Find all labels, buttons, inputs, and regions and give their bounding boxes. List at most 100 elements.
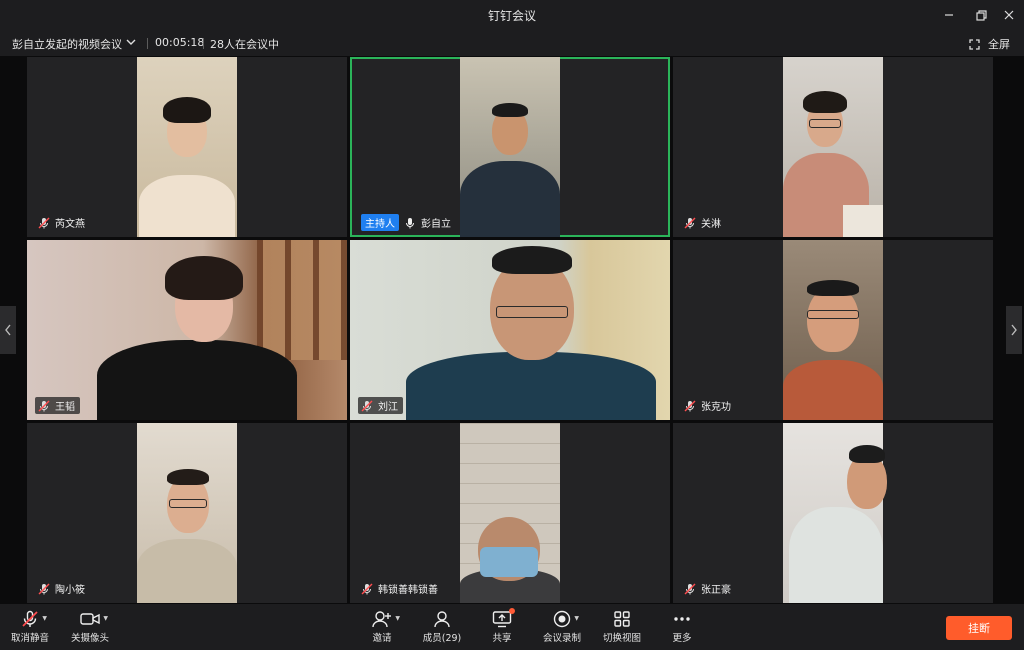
participant-video: [783, 57, 883, 237]
more-control: [673, 608, 691, 630]
participant-name: 彭自立: [421, 219, 451, 230]
mic-muted-icon: [361, 583, 373, 594]
video-tile[interactable]: 芮文燕: [27, 57, 347, 237]
unmute-label: 取消静音: [10, 633, 49, 644]
caret-down-icon[interactable]: ▼: [42, 615, 47, 622]
divider: [147, 38, 148, 49]
camera-control: ▼: [80, 608, 108, 630]
participant-namebar: 芮文燕: [35, 214, 90, 231]
previous-page-button[interactable]: [0, 306, 16, 354]
caret-down-icon[interactable]: ▼: [103, 615, 108, 622]
person-body: [406, 352, 656, 420]
fullscreen-icon: [969, 38, 980, 50]
participant-count: 28人在会议中: [210, 38, 279, 51]
members-icon: [434, 611, 450, 628]
mic-muted-icon: [684, 217, 696, 228]
participant-name: 韩锁善韩锁善: [378, 585, 438, 596]
invite-label: 邀请: [372, 633, 392, 644]
mic-muted-icon: [38, 583, 50, 594]
mic-muted-icon: [684, 400, 696, 411]
video-tile[interactable]: 刘江: [350, 240, 670, 420]
video-tile[interactable]: 关淋: [673, 57, 993, 237]
share-button[interactable]: 共享: [472, 608, 532, 644]
person-hair: [165, 256, 243, 300]
invite-button[interactable]: ▼ 邀请: [352, 608, 412, 644]
restore-icon: [975, 9, 987, 21]
members-button[interactable]: 成员(29): [412, 608, 472, 644]
video-tile[interactable]: 张克功: [673, 240, 993, 420]
face-mask: [480, 547, 538, 577]
participant-video: [350, 240, 670, 420]
participant-namebar: 关淋: [681, 214, 726, 231]
participant-namebar: 主持人 彭自立: [358, 214, 456, 231]
bunk-bed: [257, 240, 347, 360]
unmute-button[interactable]: ▼ 取消静音: [0, 608, 60, 644]
close-window-button[interactable]: [992, 0, 1024, 30]
video-tile-active-speaker[interactable]: 主持人 彭自立: [350, 57, 670, 237]
minimize-button[interactable]: [932, 0, 966, 30]
participant-video: [460, 57, 560, 237]
video-tile[interactable]: 张正豪: [673, 423, 993, 603]
window-title: 钉钉会议: [487, 9, 536, 23]
switch-view-control: [613, 608, 631, 630]
hangup-button[interactable]: 挂断: [946, 616, 1012, 640]
person-body: [789, 507, 883, 603]
person-hair: [849, 445, 885, 463]
participant-name: 张克功: [701, 402, 731, 413]
switch-view-button[interactable]: 切换视图: [592, 608, 652, 644]
chevron-left-icon: [5, 324, 11, 336]
participant-namebar: 韩锁善韩锁善: [358, 580, 443, 597]
record-icon: [553, 610, 571, 628]
more-button[interactable]: 更多: [652, 608, 712, 644]
participant-name: 陶小筱: [55, 585, 85, 596]
mic-muted-icon: [684, 583, 696, 594]
share-control: [492, 608, 515, 630]
caret-down-icon[interactable]: ▼: [574, 615, 579, 622]
participant-video: [137, 57, 237, 237]
participant-name: 芮文燕: [55, 219, 85, 230]
person-body: [783, 360, 883, 420]
meeting-duration: 00:05:18: [155, 36, 205, 49]
participant-name: 关淋: [701, 219, 721, 230]
person-body: [97, 340, 297, 420]
mic-muted-icon: [38, 217, 50, 228]
record-button[interactable]: ▼ 会议录制: [532, 608, 592, 644]
camera-icon: [80, 613, 100, 625]
participant-video: [460, 423, 560, 603]
chevron-right-icon: [1011, 324, 1017, 336]
camera-off-button[interactable]: ▼ 关摄像头: [60, 608, 120, 644]
invite-control: ▼: [372, 608, 400, 630]
chevron-down-icon[interactable]: [126, 37, 136, 47]
glasses: [169, 499, 207, 508]
person-hair: [807, 280, 859, 296]
grid-view-icon: [614, 611, 630, 627]
caret-down-icon[interactable]: ▼: [395, 615, 400, 622]
person-body: [139, 175, 235, 237]
participant-namebar: 刘江: [358, 397, 403, 414]
meeting-toolbar: ▼ 取消静音 ▼ 关摄像头 ▼ 邀请 成员(29) 共享 ▼ 会议录制 切换视图…: [0, 604, 1024, 650]
video-tile[interactable]: 韩锁善韩锁善: [350, 423, 670, 603]
participant-namebar: 张克功: [681, 397, 736, 414]
close-icon: [1004, 10, 1014, 20]
invite-icon: [372, 611, 391, 628]
video-tile[interactable]: 陶小筱: [27, 423, 347, 603]
minimize-icon: [945, 14, 953, 16]
person-hair: [167, 469, 209, 485]
person-hair: [803, 91, 847, 113]
meeting-name[interactable]: 彭自立发起的视频会议: [12, 36, 122, 52]
participant-namebar: 张正豪: [681, 580, 736, 597]
mic-control: ▼: [21, 608, 47, 630]
mic-muted-icon: [38, 400, 50, 411]
fullscreen-label: 全屏: [988, 38, 1010, 51]
participant-name: 张正豪: [701, 585, 731, 596]
participant-name: 刘江: [378, 402, 398, 413]
video-tile[interactable]: 王韬: [27, 240, 347, 420]
next-page-button[interactable]: [1006, 306, 1022, 354]
divider: [203, 38, 204, 49]
participant-video: [27, 240, 347, 420]
participant-video: [783, 240, 883, 420]
camera-off-label: 关摄像头: [70, 633, 109, 644]
share-label: 共享: [492, 633, 512, 644]
mic-muted-icon: [22, 610, 38, 627]
fullscreen-button[interactable]: 全屏: [969, 36, 1010, 52]
